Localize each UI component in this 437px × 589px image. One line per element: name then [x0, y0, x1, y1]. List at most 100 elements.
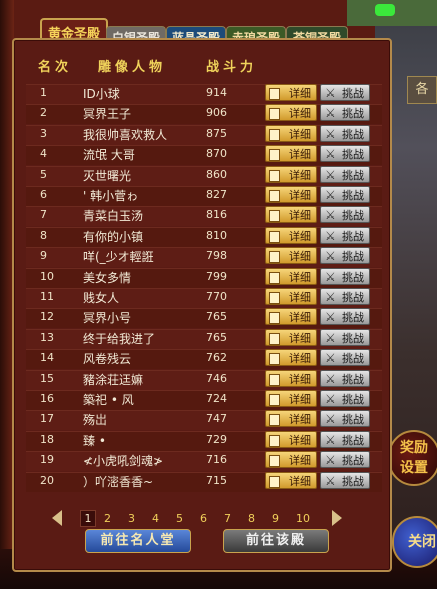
challenge-button[interactable]: ⚔ 挑战 — [320, 430, 370, 448]
detail-label: 详细 — [289, 413, 311, 427]
detail-button[interactable]: 详细 — [265, 206, 317, 224]
challenge-button[interactable]: ⚔ 挑战 — [320, 451, 370, 469]
go-to-this-hall-button[interactable]: 前往该殿 — [223, 529, 329, 553]
page-link[interactable]: 7 — [224, 512, 231, 525]
detail-label: 详细 — [289, 352, 311, 366]
detail-label: 详细 — [289, 87, 311, 100]
detail-label: 详细 — [289, 107, 311, 121]
challenge-button[interactable]: ⚔ 挑战 — [320, 247, 370, 265]
crossed-swords-icon: ⚔ — [325, 290, 336, 304]
reward-settings-button[interactable]: 奖励 设置 — [388, 430, 437, 486]
page-link[interactable]: 4 — [152, 512, 159, 525]
player-name-cell: 流氓 大哥 — [83, 148, 135, 163]
power-cell: 798 — [206, 249, 227, 263]
detail-button[interactable]: 详细 — [265, 451, 317, 469]
challenge-button[interactable]: ⚔ 挑战 — [320, 267, 370, 285]
detail-button[interactable]: 详细 — [265, 471, 317, 489]
detail-button[interactable]: 详细 — [265, 308, 317, 326]
detail-label: 详细 — [289, 291, 311, 304]
challenge-button[interactable]: ⚔ 挑战 — [320, 349, 370, 367]
detail-button[interactable]: 详细 — [265, 410, 317, 428]
document-icon — [269, 251, 280, 264]
detail-button[interactable]: 详细 — [265, 104, 317, 122]
page-link[interactable]: 1 — [80, 510, 96, 527]
header-power: 战斗力 — [206, 60, 258, 75]
detail-button[interactable]: 详细 — [265, 84, 317, 101]
detail-button[interactable]: 详细 — [265, 267, 317, 285]
page-link[interactable]: 10 — [296, 512, 310, 525]
rank-cell: 15 — [40, 371, 54, 385]
table-row: 14 风卷残云 762 详细 ⚔ 挑战 — [20, 347, 382, 370]
page-link[interactable]: 9 — [272, 512, 279, 525]
detail-label: 详细 — [289, 331, 311, 345]
rank-cell: 7 — [40, 208, 47, 222]
close-orb-button[interactable]: 关闭 — [392, 516, 437, 568]
challenge-button[interactable]: ⚔ 挑战 — [320, 186, 370, 203]
power-cell: 746 — [206, 371, 227, 385]
detail-button[interactable]: 详细 — [265, 328, 317, 346]
challenge-button[interactable]: ⚔ 挑战 — [320, 124, 370, 142]
challenge-label: 挑战 — [342, 168, 364, 182]
detail-label: 详细 — [289, 393, 311, 406]
side-tab[interactable]: 各 — [407, 76, 437, 104]
page-link[interactable]: 3 — [128, 512, 135, 525]
crossed-swords-icon: ⚔ — [325, 167, 336, 182]
header-name: 雕像人物 — [98, 60, 167, 75]
challenge-label: 挑战 — [342, 352, 364, 366]
challenge-button[interactable]: ⚔ 挑战 — [320, 328, 370, 346]
document-icon — [269, 475, 280, 488]
challenge-button[interactable]: ⚔ 挑战 — [320, 226, 370, 244]
challenge-button[interactable]: ⚔ 挑战 — [320, 369, 370, 387]
challenge-button[interactable]: ⚔ 挑战 — [320, 288, 370, 305]
rank-cell: 4 — [40, 147, 47, 161]
detail-button[interactable]: 详细 — [265, 430, 317, 448]
detail-button[interactable]: 详细 — [265, 124, 317, 142]
challenge-button[interactable]: ⚔ 挑战 — [320, 165, 370, 183]
table-row: 11 贱女人 770 详细 ⚔ 挑战 — [20, 286, 382, 308]
power-cell: 716 — [206, 453, 227, 467]
power-cell: 729 — [206, 432, 227, 446]
detail-label: 详细 — [289, 229, 311, 243]
minimap[interactable] — [347, 0, 437, 26]
detail-button[interactable]: 详细 — [265, 247, 317, 265]
player-name-cell: 终于给我进了 — [83, 331, 156, 346]
player-name-cell: 有你的小镇 — [83, 229, 144, 244]
detail-button[interactable]: 详细 — [265, 288, 317, 305]
crossed-swords-icon: ⚔ — [325, 188, 336, 202]
rank-cell: 19 — [40, 453, 54, 467]
detail-button[interactable]: 详细 — [265, 186, 317, 203]
challenge-button[interactable]: ⚔ 挑战 — [320, 390, 370, 407]
go-to-hall-of-fame-button[interactable]: 前往名人堂 — [85, 529, 191, 553]
prev-page-arrow-icon[interactable] — [52, 510, 62, 526]
crossed-swords-icon: ⚔ — [325, 228, 336, 243]
challenge-label: 挑战 — [342, 250, 364, 264]
detail-button[interactable]: 详细 — [265, 369, 317, 387]
page-link[interactable]: 2 — [104, 512, 111, 525]
detail-button[interactable]: 详细 — [265, 226, 317, 244]
next-page-arrow-icon[interactable] — [332, 510, 342, 526]
detail-button[interactable]: 详细 — [265, 165, 317, 183]
challenge-button[interactable]: ⚔ 挑战 — [320, 410, 370, 428]
challenge-button[interactable]: ⚔ 挑战 — [320, 84, 370, 101]
page-link[interactable]: 8 — [248, 512, 255, 525]
document-icon — [269, 230, 280, 243]
player-name-cell: 臻 • — [83, 433, 106, 448]
crossed-swords-icon: ⚔ — [325, 208, 336, 223]
challenge-button[interactable]: ⚔ 挑战 — [320, 471, 370, 489]
document-icon — [269, 332, 280, 345]
detail-button[interactable]: 详细 — [265, 145, 317, 163]
document-icon — [269, 108, 280, 121]
crossed-swords-icon: ⚔ — [325, 330, 336, 345]
table-row: 17 殇岀 747 详细 ⚔ 挑战 — [20, 408, 382, 431]
rank-cell: 12 — [40, 310, 54, 324]
detail-label: 详细 — [289, 250, 311, 264]
detail-button[interactable]: 详细 — [265, 390, 317, 407]
detail-button[interactable]: 详细 — [265, 349, 317, 367]
challenge-label: 挑战 — [342, 209, 364, 223]
page-link[interactable]: 6 — [200, 512, 207, 525]
challenge-button[interactable]: ⚔ 挑战 — [320, 104, 370, 122]
challenge-button[interactable]: ⚔ 挑战 — [320, 145, 370, 163]
page-link[interactable]: 5 — [176, 512, 183, 525]
challenge-button[interactable]: ⚔ 挑战 — [320, 308, 370, 326]
challenge-button[interactable]: ⚔ 挑战 — [320, 206, 370, 224]
